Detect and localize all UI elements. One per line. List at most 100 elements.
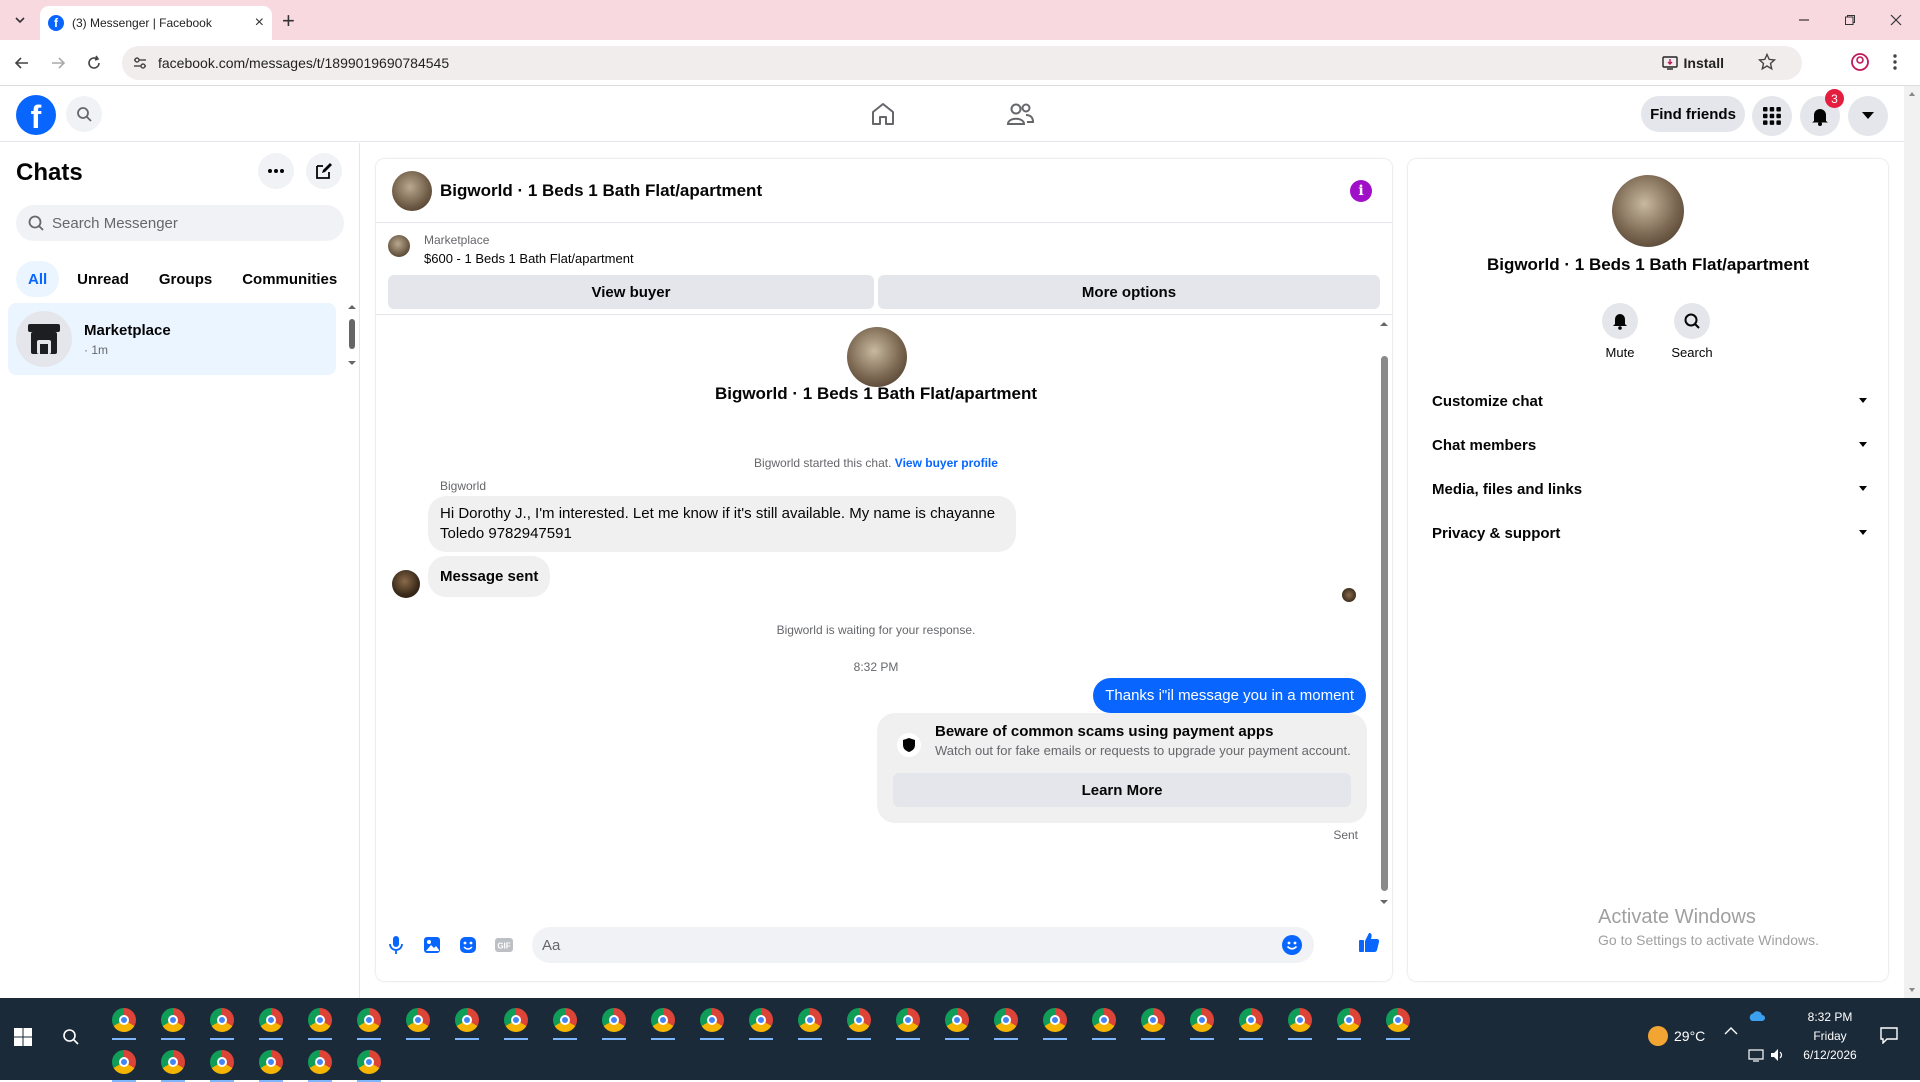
thumbs-up-icon[interactable]: [1358, 931, 1380, 953]
incoming-message-bubble[interactable]: Message sent: [428, 556, 551, 597]
chrome-taskbar-icon[interactable]: [1288, 1008, 1312, 1032]
chrome-taskbar-icon[interactable]: [1190, 1008, 1214, 1032]
chrome-taskbar-icon[interactable]: [112, 1050, 136, 1074]
taskbar-search-icon[interactable]: [62, 1028, 80, 1046]
more-options-button[interactable]: More options: [878, 275, 1380, 309]
menu-grid-icon[interactable]: [1752, 96, 1792, 136]
filter-tab-unread[interactable]: Unread: [65, 261, 141, 297]
chrome-taskbar-icon[interactable]: [259, 1050, 283, 1074]
filter-tab-groups[interactable]: Groups: [147, 261, 224, 297]
new-tab-icon[interactable]: +: [282, 8, 295, 34]
install-app-button[interactable]: Install: [1661, 51, 1724, 75]
forward-icon[interactable]: [48, 53, 68, 73]
more-options-icon[interactable]: [258, 153, 294, 189]
page-scrollbar[interactable]: [1904, 86, 1920, 998]
sticker-icon[interactable]: [456, 933, 480, 957]
listing-price-title[interactable]: $600 - 1 Beds 1 Bath Flat/apartment: [424, 251, 634, 266]
search-messenger-field[interactable]: [16, 205, 344, 241]
close-tab-icon[interactable]: ×: [255, 14, 264, 32]
chat-list-scrollbar[interactable]: [346, 303, 358, 367]
chrome-taskbar-icon[interactable]: [308, 1008, 332, 1032]
chrome-taskbar-icon[interactable]: [210, 1050, 234, 1074]
browser-menu-icon[interactable]: [1892, 52, 1898, 72]
chrome-taskbar-icon[interactable]: [798, 1008, 822, 1032]
chrome-taskbar-icon[interactable]: [357, 1008, 381, 1032]
message-input[interactable]: [542, 936, 1262, 954]
media-files-links-section[interactable]: Media, files and links: [1416, 467, 1880, 511]
chrome-taskbar-icon[interactable]: [553, 1008, 577, 1032]
address-bar[interactable]: facebook.com/messages/t/1899019690784545…: [122, 46, 1802, 80]
chrome-taskbar-icon[interactable]: [700, 1008, 724, 1032]
filter-tab-communities[interactable]: Communities: [230, 261, 349, 297]
chrome-taskbar-icon[interactable]: [210, 1008, 234, 1032]
chrome-taskbar-icon[interactable]: [112, 1008, 136, 1032]
tab-search-chevron-icon[interactable]: [8, 10, 32, 30]
chat-list-item-marketplace[interactable]: Marketplace · 1m: [8, 303, 336, 375]
chrome-taskbar-icon[interactable]: [161, 1008, 185, 1032]
conversation-avatar[interactable]: [392, 171, 432, 211]
chrome-taskbar-icon[interactable]: [1092, 1008, 1116, 1032]
outgoing-message-bubble[interactable]: Thanks i"il message you in a moment: [1093, 678, 1366, 713]
url-text[interactable]: facebook.com/messages/t/1899019690784545: [158, 55, 449, 71]
action-center-icon[interactable]: [1880, 1026, 1898, 1044]
account-dropdown-icon[interactable]: [1848, 96, 1888, 136]
taskbar-clock[interactable]: 8:32 PM Friday 6/12/2026: [1784, 1008, 1876, 1065]
chrome-taskbar-icon[interactable]: [357, 1050, 381, 1074]
chrome-taskbar-icon[interactable]: [1141, 1008, 1165, 1032]
chrome-taskbar-icon[interactable]: [749, 1008, 773, 1032]
home-icon[interactable]: [870, 101, 896, 127]
browser-tab-messenger[interactable]: f (3) Messenger | Facebook ×: [40, 6, 272, 40]
chrome-taskbar-icon[interactable]: [602, 1008, 626, 1032]
system-tray-chevron-icon[interactable]: [1724, 1026, 1738, 1036]
customize-chat-section[interactable]: Customize chat: [1416, 379, 1880, 423]
new-message-icon[interactable]: [306, 153, 342, 189]
chrome-taskbar-icon[interactable]: [1386, 1008, 1410, 1032]
learn-more-button[interactable]: Learn More: [893, 773, 1351, 807]
chrome-taskbar-icon[interactable]: [406, 1008, 430, 1032]
chrome-taskbar-icon[interactable]: [896, 1008, 920, 1032]
filter-tab-all[interactable]: All: [16, 261, 60, 297]
site-settings-icon[interactable]: [132, 55, 148, 71]
chrome-taskbar-icon[interactable]: [161, 1050, 185, 1074]
chrome-taskbar-icon[interactable]: [1239, 1008, 1263, 1032]
privacy-support-section[interactable]: Privacy & support: [1416, 511, 1880, 555]
windows-start-icon[interactable]: [14, 1028, 32, 1046]
chrome-taskbar-icon[interactable]: [259, 1008, 283, 1032]
view-buyer-button[interactable]: View buyer: [388, 275, 874, 309]
chrome-taskbar-icon[interactable]: [651, 1008, 675, 1032]
close-window-icon[interactable]: [1886, 10, 1906, 30]
chrome-taskbar-icon[interactable]: [455, 1008, 479, 1032]
chrome-taskbar-icon[interactable]: [1337, 1008, 1361, 1032]
reload-icon[interactable]: [84, 53, 104, 73]
emoji-icon[interactable]: [1282, 935, 1302, 955]
find-friends-button[interactable]: Find friends: [1641, 96, 1745, 132]
chrome-taskbar-icon[interactable]: [994, 1008, 1018, 1032]
search-in-conversation-button[interactable]: Search: [1652, 303, 1732, 360]
incoming-message-bubble[interactable]: Hi Dorothy J., I'm interested. Let me kn…: [428, 496, 1016, 552]
chrome-taskbar-icon[interactable]: [945, 1008, 969, 1032]
network-icon[interactable]: [1748, 1048, 1764, 1062]
weather-widget[interactable]: 29°C: [1648, 1026, 1705, 1046]
chrome-taskbar-icon[interactable]: [1043, 1008, 1067, 1032]
back-icon[interactable]: [12, 53, 32, 73]
microphone-icon[interactable]: [384, 933, 408, 957]
details-avatar[interactable]: [1612, 175, 1684, 247]
thread-scrollbar[interactable]: [1376, 316, 1392, 911]
conversation-info-icon[interactable]: i: [1350, 180, 1372, 202]
bookmark-star-icon[interactable]: [1758, 53, 1776, 71]
photo-icon[interactable]: [420, 933, 444, 957]
chrome-taskbar-icon[interactable]: [504, 1008, 528, 1032]
gif-icon[interactable]: GIF: [492, 933, 516, 957]
message-input-field[interactable]: [532, 927, 1314, 963]
chrome-taskbar-icon[interactable]: [847, 1008, 871, 1032]
conversation-title[interactable]: Bigworld · 1 Beds 1 Bath Flat/apartment: [440, 181, 762, 201]
view-buyer-profile-link[interactable]: View buyer profile: [895, 456, 998, 470]
browser-profile-icon[interactable]: [1850, 52, 1870, 72]
chat-members-section[interactable]: Chat members: [1416, 423, 1880, 467]
restore-icon[interactable]: [1840, 10, 1860, 30]
friends-icon[interactable]: [1006, 101, 1034, 127]
mute-button[interactable]: Mute: [1580, 303, 1660, 360]
minimize-icon[interactable]: [1794, 10, 1814, 30]
facebook-search-icon[interactable]: [66, 96, 102, 132]
search-messenger-input[interactable]: [52, 214, 332, 232]
